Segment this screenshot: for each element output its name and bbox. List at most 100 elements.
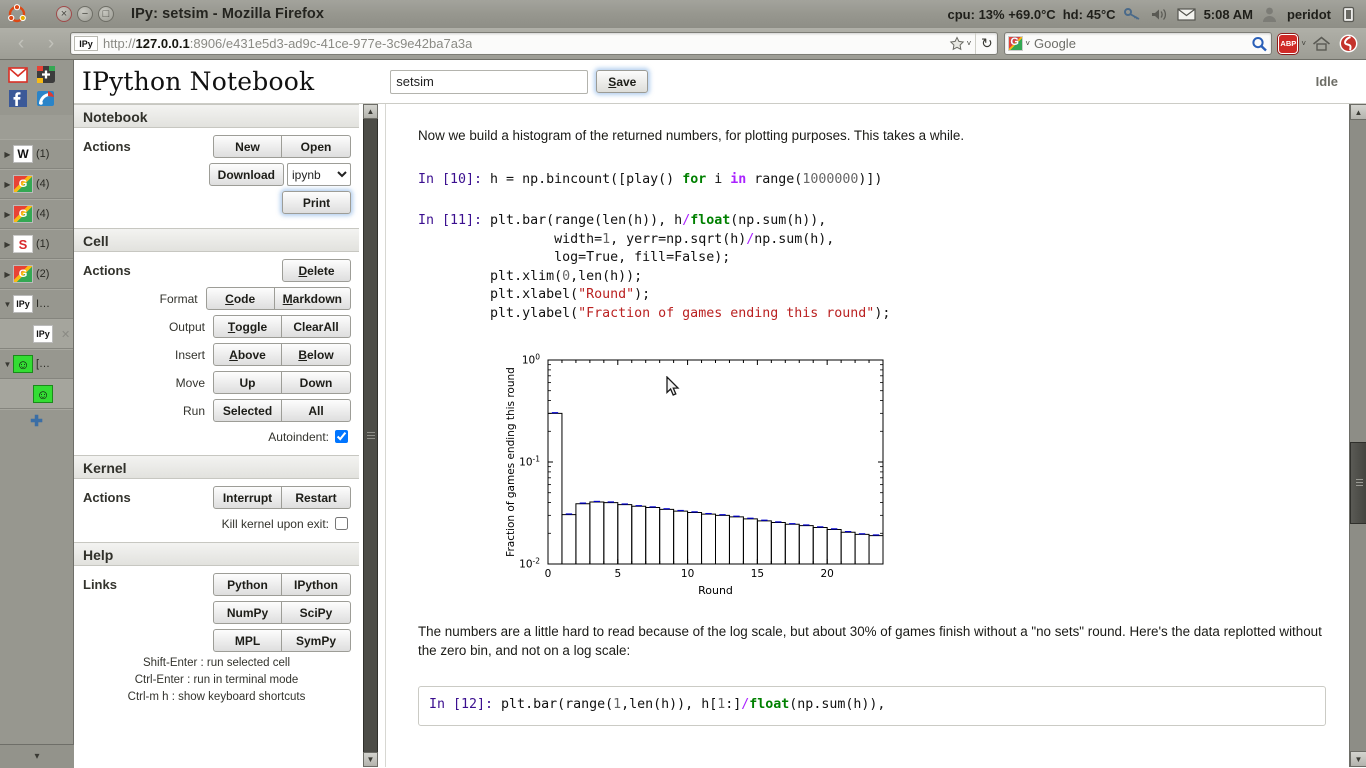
chevron-right-icon[interactable]: ▶ (2, 150, 13, 159)
close-window-button[interactable]: × (56, 6, 72, 22)
rss-feed-icon[interactable] (34, 88, 57, 109)
notebook-name-input[interactable] (390, 70, 588, 94)
close-icon[interactable]: ✕ (61, 328, 70, 341)
ipython-button[interactable]: IPython (282, 573, 351, 596)
mpl-button[interactable]: MPL (213, 629, 282, 652)
scrollbar-thumb[interactable] (1350, 442, 1366, 524)
splitter-down-button[interactable]: ▼ (363, 752, 378, 767)
scroll-up-button[interactable]: ▲ (1350, 104, 1366, 120)
launcher-item-2[interactable]: ▶G(4) (0, 199, 73, 229)
search-bar[interactable]: ˅ Google (1004, 32, 1272, 55)
python-button[interactable]: Python (213, 573, 282, 596)
clearall-button[interactable]: ClearAll (282, 315, 351, 338)
launcher-item-0[interactable]: ▶W(1) (0, 139, 73, 169)
up-button[interactable]: Up (213, 371, 282, 394)
checkbox-label: Kill kernel upon exit: (222, 517, 329, 531)
markdown-button[interactable]: Markdown (275, 287, 351, 310)
clock-label[interactable]: 5:08 AM (1204, 7, 1253, 22)
reload-button[interactable]: ↻ (975, 33, 997, 54)
code-source-11[interactable]: plt.bar(range(len(h)), h/float(np.sum(h)… (490, 212, 890, 324)
url-bar[interactable]: IPy http://127.0.0.1:8906/e431e5d3-ad9c-… (70, 32, 998, 55)
selected-button[interactable]: Selected (213, 399, 282, 422)
autoindent-checkbox[interactable] (335, 430, 348, 443)
scrollbar-grip-icon (1356, 479, 1363, 487)
button-label: Print (303, 196, 330, 210)
wikipedia-icon: W (13, 145, 33, 163)
chevron-right-icon[interactable]: ▶ (2, 270, 13, 279)
search-icon[interactable] (1247, 32, 1271, 56)
code-cell-12[interactable]: In [12]: plt.bar(range(1,len(h)), h[1:]/… (418, 686, 1326, 726)
splitter-up-button[interactable]: ▲ (363, 104, 378, 119)
search-input[interactable]: Google (1034, 36, 1247, 51)
panel-button-group: Print (282, 191, 351, 214)
back-button[interactable]: ‹ (6, 31, 36, 57)
chevron-right-icon[interactable]: ▶ (2, 180, 13, 189)
download-format-select[interactable]: ipynbpy (287, 163, 351, 186)
code-cell-10[interactable]: In [10]: h = np.bincount([play() for i i… (418, 171, 1326, 190)
markdown-cell-after[interactable]: The numbers are a little hard to read be… (418, 622, 1326, 661)
launcher-item-7[interactable]: ▼☺[… (0, 349, 73, 379)
panel-button-group: PythonIPython (213, 573, 351, 596)
chevron-down-icon[interactable]: ˅ (1301, 39, 1306, 48)
chevron-right-icon[interactable]: ▶ (2, 210, 13, 219)
panel-row-actions: ActionsInterruptRestart (82, 486, 351, 509)
all-button[interactable]: All (282, 399, 351, 422)
launcher-item-5[interactable]: ▼IPyI… (0, 289, 73, 319)
adblock-plus-icon[interactable]: ABP (1278, 34, 1298, 54)
username-label[interactable]: peridot (1287, 7, 1331, 22)
numpy-button[interactable]: NumPy (213, 601, 282, 624)
chevron-down-icon[interactable]: ▼ (2, 300, 13, 309)
print-button[interactable]: Print (282, 191, 351, 214)
volume-icon[interactable] (1150, 5, 1170, 23)
notebook-scroll-area[interactable]: Now we build a histogram of the returned… (385, 104, 1366, 767)
add-bookmark-icon[interactable] (34, 64, 57, 85)
code-source-12[interactable]: plt.bar(range(1,len(h)), h[1:]/float(np.… (501, 696, 885, 715)
forward-button[interactable]: › (36, 31, 66, 57)
facebook-icon[interactable] (6, 88, 29, 109)
save-button[interactable]: Save (596, 70, 648, 93)
add-launcher-item-button[interactable]: ✚ (0, 409, 73, 431)
battery-icon[interactable] (1338, 5, 1358, 23)
toggle-button[interactable]: Toggle (213, 315, 282, 338)
window-controls[interactable]: × − □ (56, 6, 119, 22)
key-icon[interactable] (1123, 5, 1143, 23)
gmail-icon[interactable] (6, 64, 29, 85)
sympy-button[interactable]: SymPy (282, 629, 351, 652)
minimize-window-button[interactable]: − (77, 6, 93, 22)
markdown-cell-intro[interactable]: Now we build a histogram of the returned… (418, 126, 1326, 145)
delete-button[interactable]: Delete (282, 259, 351, 282)
launcher-item-6[interactable]: IPy✕ (0, 319, 73, 349)
bookmark-star-button[interactable]: ˅ (945, 36, 976, 51)
code-cell-11[interactable]: In [11]: plt.bar(range(len(h)), h/float(… (418, 212, 1326, 600)
restart-button[interactable]: Restart (282, 486, 351, 509)
user-icon[interactable] (1260, 5, 1280, 23)
new-button[interactable]: New (213, 135, 282, 158)
code-source-10[interactable]: h = np.bincount([play() for i in range(1… (490, 171, 882, 190)
page-scrollbar[interactable]: ▲ ▼ (1349, 104, 1366, 767)
launcher-item-3[interactable]: ▶S(1) (0, 229, 73, 259)
code-button[interactable]: Code (206, 287, 275, 310)
down-button[interactable]: Down (282, 371, 351, 394)
launcher-item-8[interactable]: ☺ (0, 379, 73, 409)
launcher-scroll-down-button[interactable]: ▾ (0, 744, 74, 768)
launcher-item-1[interactable]: ▶G(4) (0, 169, 73, 199)
button-label: Interrupt (223, 491, 272, 505)
panel-splitter[interactable]: ▲ ▼ (359, 104, 385, 767)
interrupt-button[interactable]: Interrupt (213, 486, 282, 509)
above-button[interactable]: Above (213, 343, 282, 366)
scroll-down-button[interactable]: ▼ (1350, 751, 1366, 767)
home-icon[interactable] (1309, 32, 1333, 56)
chevron-right-icon[interactable]: ▶ (2, 240, 13, 249)
google-icon: G (13, 175, 33, 193)
scipy-button[interactable]: SciPy (282, 601, 351, 624)
mail-icon[interactable] (1177, 5, 1197, 23)
maximize-window-button[interactable]: □ (98, 6, 114, 22)
below-button[interactable]: Below (282, 343, 351, 366)
search-engine-selector[interactable]: ˅ (1005, 36, 1034, 51)
chevron-down-icon[interactable]: ▼ (2, 360, 13, 369)
download-button[interactable]: Download (209, 163, 284, 186)
launcher-item-4[interactable]: ▶G(2) (0, 259, 73, 289)
flash-plugin-icon[interactable] (1336, 32, 1360, 56)
kill-kernel-upon-exit-checkbox[interactable] (335, 517, 348, 530)
open-button[interactable]: Open (282, 135, 351, 158)
